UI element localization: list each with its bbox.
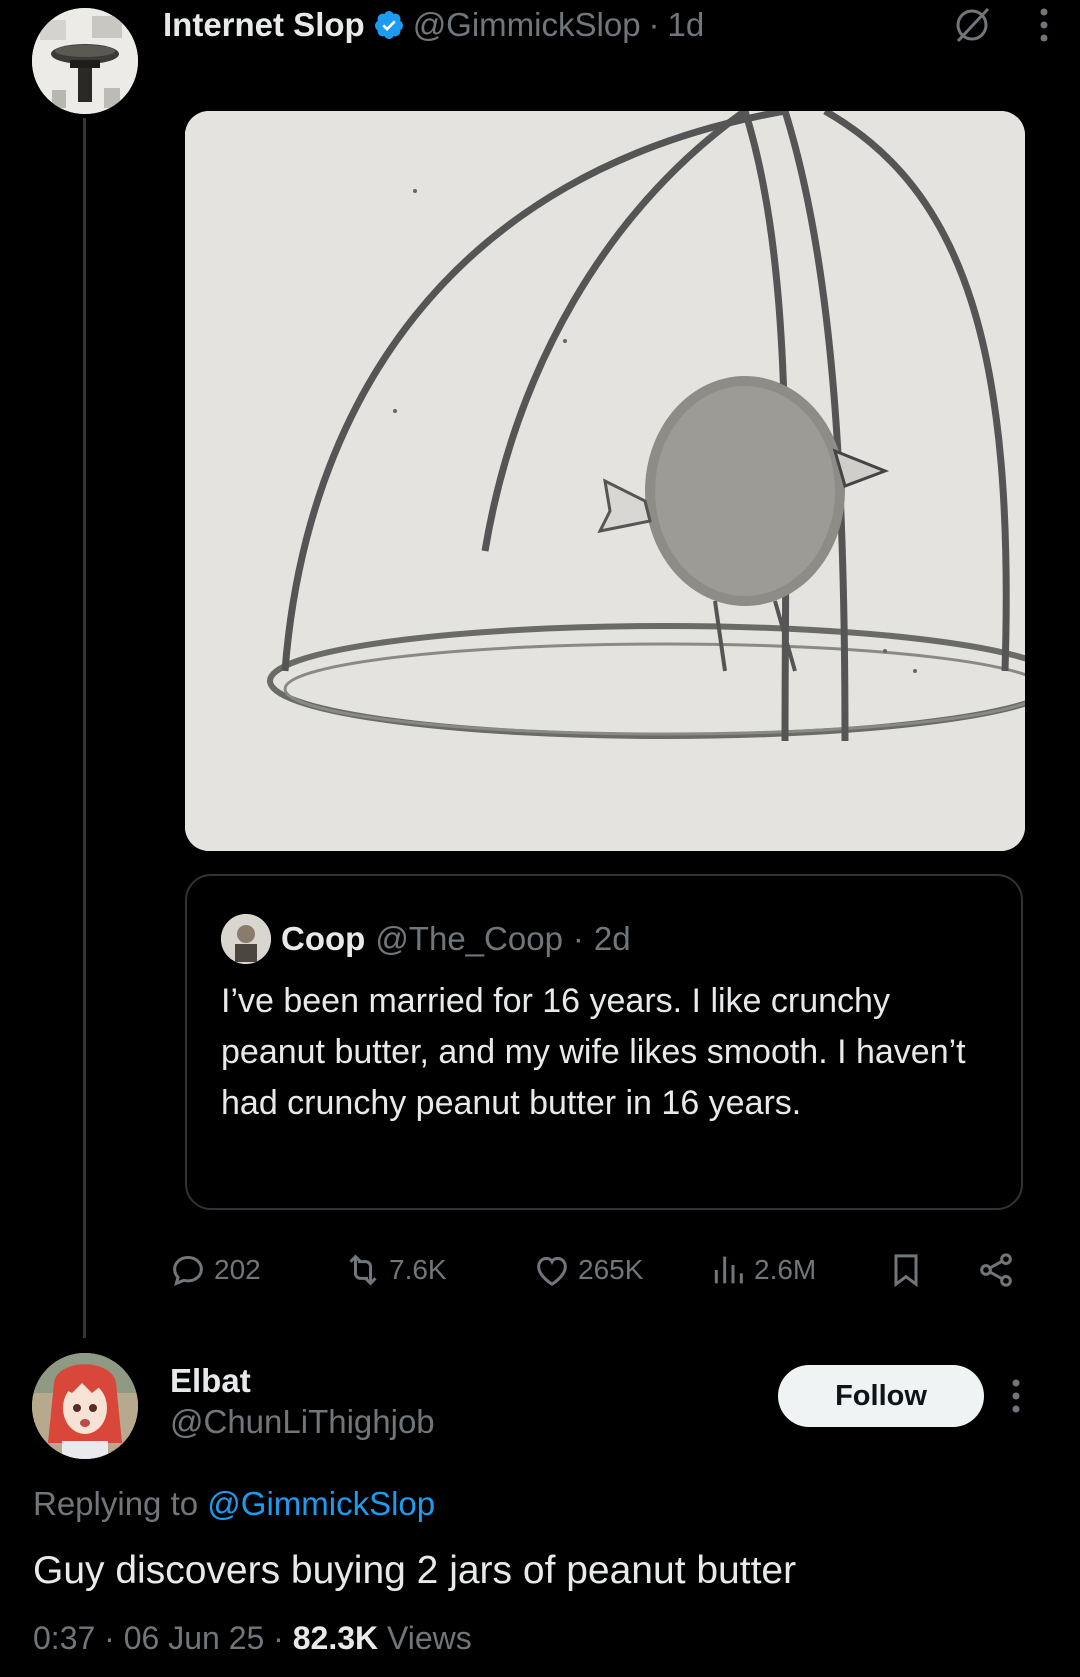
quoted-tweet-header: Coop @The_Coop · 2d bbox=[221, 914, 631, 964]
verified-badge-icon bbox=[374, 11, 403, 39]
share-icon bbox=[980, 1253, 1012, 1287]
repost-count: 7.6K bbox=[389, 1254, 447, 1285]
quoted-separator: · bbox=[572, 920, 584, 957]
grok-icon[interactable] bbox=[950, 3, 994, 47]
reply-views-label: Views bbox=[378, 1620, 472, 1656]
quoted-tweet-age: 2d bbox=[593, 920, 631, 957]
reply-more-icon[interactable] bbox=[1010, 1378, 1022, 1414]
like-button[interactable]: 265K bbox=[532, 1245, 643, 1295]
quoted-author-avatar bbox=[221, 914, 271, 964]
parent-author-name[interactable]: Internet Slop bbox=[163, 6, 365, 44]
reply-author-handle[interactable]: @ChunLiThighjob bbox=[170, 1403, 435, 1441]
replying-to-mention[interactable]: @GimmickSlop bbox=[207, 1485, 435, 1522]
parent-tweet-header: Internet Slop @GimmickSlop · 1d bbox=[163, 0, 704, 50]
bookmark-button[interactable] bbox=[886, 1245, 926, 1295]
tweet-detail-page: Internet Slop @GimmickSlop · 1d Coop @Th… bbox=[0, 0, 1080, 1677]
reply-tweet-text: Guy discovers buying 2 jars of peanut bu… bbox=[33, 1549, 797, 1592]
quoted-author-handle: @The_Coop bbox=[375, 920, 563, 957]
repost-button[interactable]: 7.6K bbox=[343, 1245, 447, 1295]
reply-author-avatar[interactable] bbox=[32, 1353, 138, 1459]
reply-count: 202 bbox=[214, 1254, 261, 1285]
quoted-tweet-card[interactable]: Coop @The_Coop · 2d I’ve been married fo… bbox=[185, 874, 1023, 1210]
views-chart-icon bbox=[714, 1256, 743, 1284]
follow-button[interactable]: Follow bbox=[778, 1365, 984, 1427]
tweet-media-image[interactable] bbox=[185, 111, 1025, 851]
thread-connector-line bbox=[83, 118, 86, 1338]
parent-header-actions bbox=[950, 0, 1050, 50]
reply-author-name[interactable]: Elbat bbox=[170, 1362, 251, 1400]
header-separator: · bbox=[648, 6, 660, 43]
more-vertical-icon[interactable] bbox=[1038, 7, 1050, 43]
reply-views-count: 82.3K bbox=[292, 1620, 379, 1656]
parent-tweet-age[interactable]: 1d bbox=[668, 6, 705, 44]
quoted-tweet-text: I’ve been married for 16 years. I like c… bbox=[221, 982, 966, 1122]
replying-to-prefix: Replying to bbox=[33, 1485, 199, 1522]
bird-in-cage-drawing bbox=[185, 111, 1025, 851]
repost-icon bbox=[349, 1254, 377, 1286]
like-count: 265K bbox=[578, 1254, 644, 1285]
views-count: 2.6M bbox=[754, 1254, 817, 1285]
views-button[interactable]: 2.6M bbox=[708, 1245, 816, 1295]
share-button[interactable] bbox=[976, 1245, 1016, 1295]
tweet-action-bar: 202 7.6K 265K 2.6M bbox=[168, 1245, 1028, 1295]
reply-icon bbox=[173, 1255, 203, 1286]
bookmark-icon bbox=[894, 1254, 918, 1288]
reply-timestamp[interactable]: 0:37 · 06 Jun 25 · bbox=[33, 1620, 293, 1656]
reply-button[interactable]: 202 bbox=[168, 1245, 261, 1295]
quoted-author-name: Coop bbox=[281, 920, 366, 957]
parent-author-avatar[interactable] bbox=[32, 8, 138, 114]
heart-icon bbox=[537, 1256, 567, 1286]
replying-to-line: Replying to @GimmickSlop bbox=[33, 1485, 435, 1523]
reply-tweet-meta: 0:37 · 06 Jun 25 · 82.3K Views bbox=[33, 1620, 472, 1657]
parent-author-handle[interactable]: @GimmickSlop bbox=[413, 6, 641, 44]
